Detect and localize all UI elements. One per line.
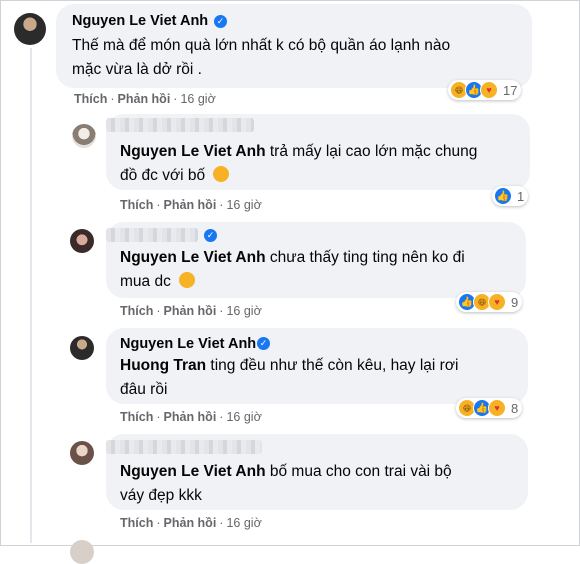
reaction-count: 17 <box>503 82 518 98</box>
like-button[interactable]: Thích <box>120 304 153 318</box>
comment-actions: Thích · Phản hồi · 16 giờ <box>120 516 262 530</box>
thread-line <box>30 48 32 543</box>
care-reaction-icon: ♥ <box>488 399 506 417</box>
avatar[interactable] <box>70 336 94 360</box>
redacted-author-name <box>106 228 198 242</box>
avatar[interactable] <box>14 13 46 45</box>
timestamp[interactable]: 16 giờ <box>226 304 261 318</box>
kiss-emoji-icon <box>213 166 230 182</box>
verified-badge-icon: ✓ <box>214 15 227 28</box>
reaction-count: 1 <box>517 188 525 204</box>
comment-text-line: bố mua cho con trai vài bộ <box>269 463 452 480</box>
comment-text: Nguyen Le Viet Anh trả mấy lại cao lớn m… <box>120 140 520 188</box>
comment-text: Nguyen Le Viet Anh bố mua cho con trai v… <box>120 460 520 508</box>
comment-text: Nguyen Le Viet Anh chưa thấy ting ting n… <box>120 246 520 294</box>
redacted-author-name <box>106 440 262 454</box>
comment-text-line: mua dc <box>120 273 171 290</box>
comment-actions: Thích · Phản hồi · 16 giờ <box>120 304 262 318</box>
comment-text: Huong Tran ting đều như thế còn kêu, hay… <box>120 354 520 402</box>
comment-author-name[interactable]: Nguyen Le Viet Anh <box>72 13 208 29</box>
comment-text-line: ting đều như thế còn kêu, hay lại rơi <box>210 357 459 374</box>
timestamp[interactable]: 16 giờ <box>226 410 261 424</box>
like-button[interactable]: Thích <box>74 92 107 106</box>
verified-badge-icon: ✓ <box>204 229 217 242</box>
avatar[interactable] <box>70 441 94 465</box>
reply-button[interactable]: Phản hồi <box>164 410 217 424</box>
comment-text-line: trả mấy lại cao lớn mặc chung <box>269 143 478 160</box>
reply-button[interactable]: Phản hồi <box>164 198 217 212</box>
reply-button[interactable]: Phản hồi <box>164 304 217 318</box>
like-button[interactable]: Thích <box>120 516 153 530</box>
redacted-author-name <box>106 118 254 132</box>
reply-button[interactable]: Phản hồi <box>118 92 171 106</box>
avatar[interactable] <box>72 124 96 148</box>
reaction-summary[interactable]: 😆 👍 ♥ 17 <box>448 80 522 100</box>
pleading-emoji-icon <box>179 272 196 288</box>
reaction-summary[interactable]: 😆 👍 ♥ 8 <box>456 398 523 418</box>
comment-text: Thế mà để món quà lớn nhất k có bộ quần … <box>72 34 522 82</box>
avatar[interactable] <box>70 229 94 253</box>
reaction-summary[interactable]: 👍 1 <box>492 186 529 206</box>
comment-actions: Thích · Phản hồi · 16 giờ <box>120 410 262 424</box>
mention-link[interactable]: Huong Tran <box>120 357 206 374</box>
comment-text-line: váy đẹp kkk <box>120 487 202 504</box>
comment-text-line: đồ đc với bố <box>120 167 206 184</box>
reaction-count: 8 <box>511 400 519 416</box>
comment-author-name[interactable]: Nguyen Le Viet Anh <box>120 336 256 352</box>
care-reaction-icon: ♥ <box>488 293 506 311</box>
care-reaction-icon: ♥ <box>480 81 498 99</box>
like-button[interactable]: Thích <box>120 410 153 424</box>
like-button[interactable]: Thích <box>120 198 153 212</box>
mention-link[interactable]: Nguyen Le Viet Anh <box>120 143 266 160</box>
comment-actions: Thích · Phản hồi · 16 giờ <box>74 92 216 106</box>
reply-button[interactable]: Phản hồi <box>164 516 217 530</box>
comment-actions: Thích · Phản hồi · 16 giờ <box>120 198 262 212</box>
timestamp[interactable]: 16 giờ <box>226 516 261 530</box>
comment-text-line: chưa thấy ting ting nên ko đi <box>269 249 465 266</box>
reaction-count: 9 <box>511 294 519 310</box>
mention-link[interactable]: Nguyen Le Viet Anh <box>120 249 266 266</box>
comment-text-line: mặc vừa là dở rồi . <box>72 61 202 78</box>
timestamp[interactable]: 16 giờ <box>180 92 215 106</box>
avatar[interactable] <box>70 540 94 564</box>
like-reaction-icon: 👍 <box>494 187 512 205</box>
reaction-summary[interactable]: 👍 😆 ♥ 9 <box>456 292 523 312</box>
timestamp[interactable]: 16 giờ <box>226 198 261 212</box>
mention-link[interactable]: Nguyen Le Viet Anh <box>120 463 266 480</box>
verified-badge-icon: ✓ <box>257 337 270 350</box>
comment-text-line: Thế mà để món quà lớn nhất k có bộ quần … <box>72 37 451 54</box>
